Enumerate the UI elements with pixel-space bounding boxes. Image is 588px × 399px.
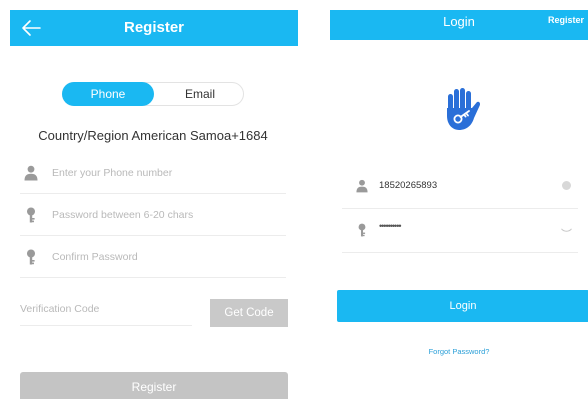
register-button[interactable]: Register: [20, 372, 288, 399]
get-code-button[interactable]: Get Code: [210, 299, 288, 327]
key-icon: [27, 249, 35, 265]
clear-circle-icon[interactable]: [562, 181, 571, 190]
login-phone-value[interactable]: 18520265893: [379, 180, 437, 191]
key-icon: [358, 223, 366, 237]
login-button[interactable]: Login: [337, 290, 588, 322]
login-password-value[interactable]: ••••••••••: [379, 221, 401, 231]
register-title: Register: [123, 19, 185, 36]
register-screen: Register Phone Email Country/Region Amer…: [0, 0, 306, 399]
password-field-row: [20, 194, 286, 236]
forgot-password-link[interactable]: Forgot Password?: [330, 347, 588, 356]
hand-key-logo-icon: [447, 88, 481, 130]
confirm-password-input[interactable]: [52, 247, 278, 267]
country-region-selector[interactable]: Country/Region American Samoa+1684: [0, 128, 306, 143]
key-icon: [27, 207, 35, 223]
password-input[interactable]: [52, 205, 278, 225]
verification-code-row: [20, 294, 192, 326]
register-link[interactable]: Register: [548, 15, 584, 25]
confirm-password-field-row: [20, 236, 286, 278]
tab-phone[interactable]: Phone: [62, 82, 154, 106]
login-header: Login Register: [330, 10, 588, 40]
user-icon: [356, 179, 368, 193]
login-password-row: ••••••••••: [342, 209, 578, 253]
tab-email[interactable]: Email: [155, 82, 245, 106]
login-phone-row: 18520265893: [342, 165, 578, 209]
register-header: Register: [10, 10, 298, 46]
verification-code-input[interactable]: [20, 299, 190, 319]
phone-field-row: [20, 152, 286, 194]
register-method-toggle: Phone Email: [62, 82, 244, 106]
phone-number-input[interactable]: [52, 163, 278, 183]
login-screen: Login Register 18520265893 •••••••••• Lo…: [330, 0, 588, 399]
eye-closed-icon[interactable]: [561, 228, 572, 233]
user-icon: [24, 165, 38, 181]
